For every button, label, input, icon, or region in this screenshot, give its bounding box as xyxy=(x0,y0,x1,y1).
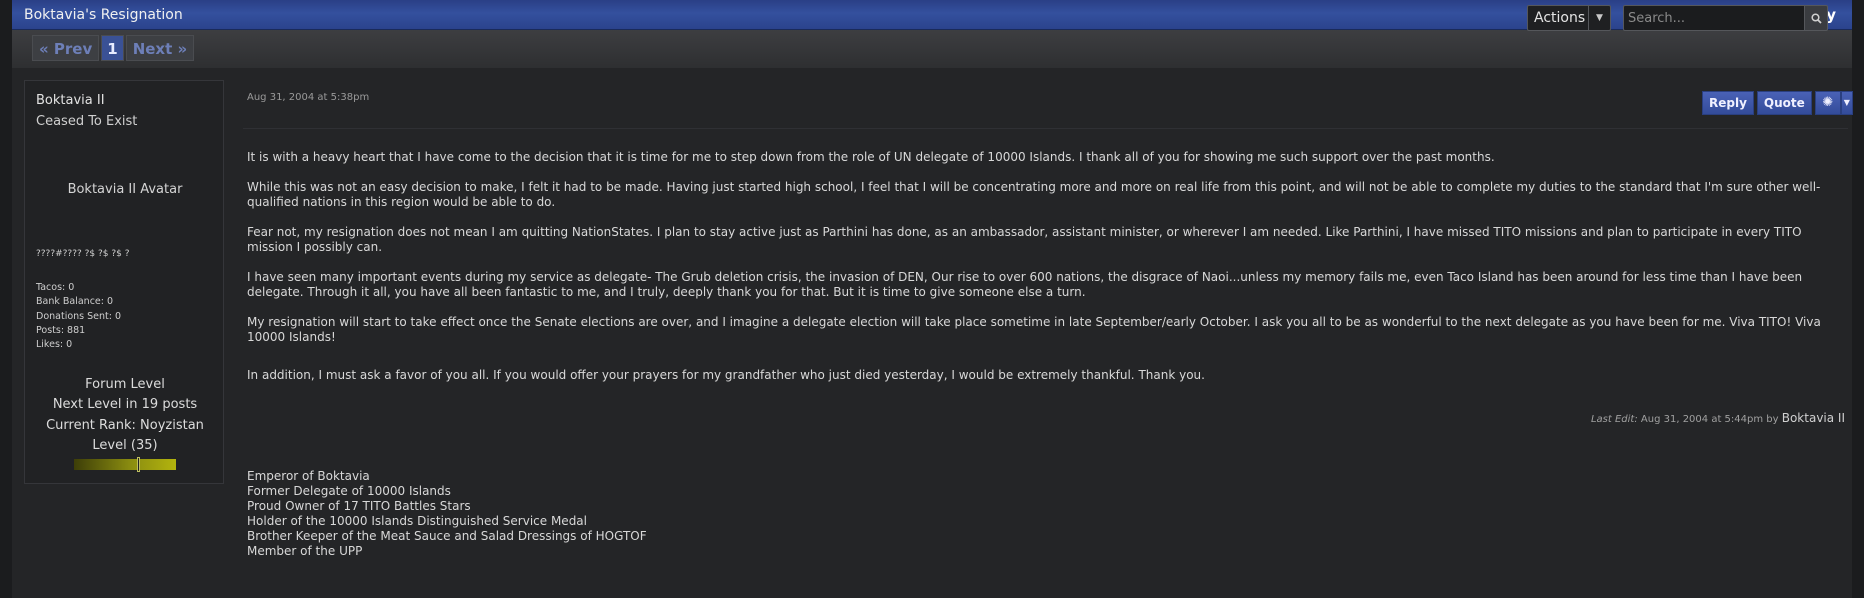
post-quote-button[interactable]: Quote xyxy=(1756,91,1812,115)
stat-bank-balance: Bank Balance: 0 xyxy=(36,296,114,308)
next-page-link[interactable]: Next » xyxy=(125,35,195,61)
post-actions: Reply Quote ✺ ▼ xyxy=(1702,91,1853,115)
chevron-down-icon[interactable]: ▼ xyxy=(1840,91,1853,115)
last-edit-date: Aug 31, 2004 at 5:44pm by xyxy=(1640,414,1779,425)
signature-line: Emperor of Boktavia xyxy=(247,469,370,483)
post-date: Aug 31, 2004 at 5:38pm xyxy=(247,92,370,103)
signature-line: Former Delegate of 10000 Islands xyxy=(247,484,451,498)
search-icon xyxy=(1810,12,1822,24)
post-paragraph: I have seen many important events during… xyxy=(247,270,1803,299)
level-progress-marker xyxy=(136,457,140,472)
post-paragraph: Fear not, my resignation does not mean I… xyxy=(247,225,1802,254)
stat-posts: Posts: 881 xyxy=(36,324,86,336)
last-edit-user[interactable]: Boktavia II xyxy=(1782,411,1845,425)
post-divider xyxy=(243,128,1848,129)
last-edit: Last Edit: Aug 31, 2004 at 5:44pm by Bok… xyxy=(1591,411,1845,425)
gear-icon[interactable]: ✺ xyxy=(1814,91,1841,115)
post-paragraph: My resignation will start to take effect… xyxy=(247,315,1821,344)
post-paragraph: In addition, I must ask a favor of you a… xyxy=(247,368,1205,382)
actions-label: Actions xyxy=(1534,10,1586,26)
chevron-down-icon[interactable]: ▼ xyxy=(1588,6,1610,30)
level-value: Level (35) xyxy=(92,437,158,453)
user-name[interactable]: Boktavia II xyxy=(36,93,105,108)
prev-page-link[interactable]: « Prev xyxy=(32,35,100,61)
user-custom-field: ????#???? ?$ ?$ ?$ ? xyxy=(36,249,130,259)
level-next: Next Level in 19 posts xyxy=(52,397,198,413)
pagination: « Prev 1 Next » xyxy=(32,35,195,61)
user-status: Ceased To Exist xyxy=(36,114,138,129)
topic-toolbar: « Prev 1 Next » xyxy=(12,30,1852,68)
signature: Emperor of Boktavia Former Delegate of 1… xyxy=(247,469,647,559)
user-info-panel: Boktavia II Ceased To Exist Boktavia II … xyxy=(24,80,224,484)
actions-dropdown[interactable]: Actions ▼ xyxy=(1527,5,1611,31)
signature-line: Brother Keeper of the Meat Sauce and Sal… xyxy=(247,529,647,543)
signature-line: Member of the UPP xyxy=(247,544,363,558)
post-paragraph: It is with a heavy heart that I have com… xyxy=(247,150,1495,164)
search-input[interactable] xyxy=(1623,5,1805,31)
avatar: Boktavia II Avatar xyxy=(67,182,183,197)
user-stats: Tacos: 0 Bank Balance: 0 Donations Sent:… xyxy=(36,281,121,352)
search-button[interactable] xyxy=(1804,5,1828,31)
level-progress-bar xyxy=(74,457,176,472)
stat-likes: Likes: 0 xyxy=(36,339,73,351)
post-paragraph: While this was not an easy decision to m… xyxy=(247,180,1821,209)
last-edit-label: Last Edit: xyxy=(1590,414,1638,425)
stat-donations: Donations Sent: 0 xyxy=(36,310,122,322)
stat-tacos: Tacos: 0 xyxy=(36,282,75,293)
signature-line: Holder of the 10000 Islands Distinguishe… xyxy=(247,514,587,528)
current-page[interactable]: 1 xyxy=(101,35,124,61)
signature-line: Proud Owner of 17 TITO Battles Stars xyxy=(247,499,471,513)
topic-title: Boktavia's Resignation xyxy=(24,7,183,23)
post-reply-button[interactable]: Reply xyxy=(1702,91,1754,115)
level-rank: Current Rank: Noyzistan xyxy=(46,417,204,433)
level-heading: Forum Level xyxy=(85,377,165,392)
post-body: It is with a heavy heart that I have com… xyxy=(247,150,1837,398)
forum-level: Forum Level Next Level in 19 posts Curre… xyxy=(25,375,225,456)
